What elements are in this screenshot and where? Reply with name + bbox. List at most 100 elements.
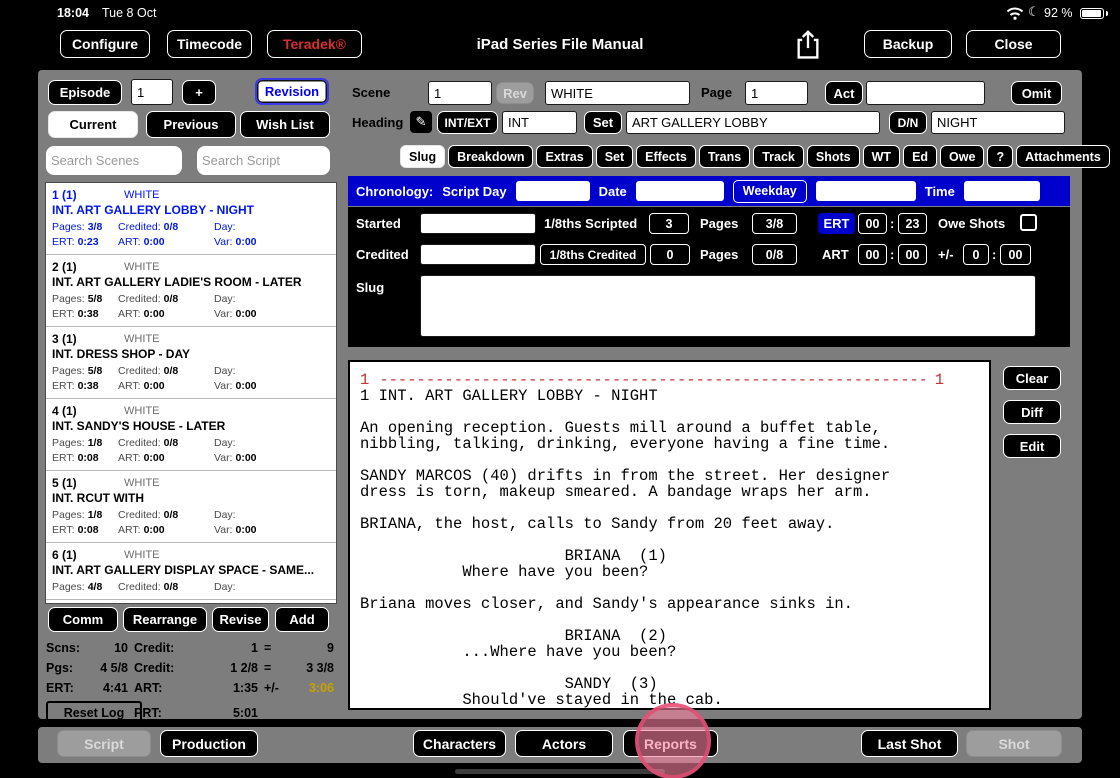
detail-tab[interactable]: WT xyxy=(862,145,901,168)
rearrange-button[interactable]: Rearrange xyxy=(123,607,207,632)
pages-credited-value: 0/8 xyxy=(752,244,797,265)
scene-heading: INT. ART GALLERY LOBBY - NIGHT xyxy=(52,203,255,217)
scene-heading: INT. SANDY'S HOUSE - LATER xyxy=(52,419,226,433)
ert-minutes[interactable]: 23 xyxy=(898,213,927,234)
detail-tab[interactable]: Owe xyxy=(940,145,985,168)
shot-button[interactable]: Shot xyxy=(966,730,1062,757)
scene-list-item[interactable]: 5 (1) WHITE INT. RCUT WITH Pages: 1/8 Cre… xyxy=(46,471,336,543)
timecode-button[interactable]: Timecode xyxy=(167,30,252,58)
time-input[interactable] xyxy=(963,181,1040,201)
scene-times-row: ERT: 0:08 ART: 0:00 Var: 0:00 xyxy=(52,523,257,536)
detail-tab[interactable]: Effects xyxy=(636,145,696,168)
configure-button[interactable]: Configure xyxy=(60,30,150,58)
scene-rev-color: WHITE xyxy=(124,405,160,417)
rev-button[interactable]: Rev xyxy=(496,82,534,104)
script-nav-button[interactable]: Script xyxy=(57,730,151,757)
episode-input[interactable] xyxy=(131,79,173,105)
detail-tab[interactable]: Track xyxy=(753,145,804,168)
dnd-moon-icon: ☾ xyxy=(1028,4,1040,19)
variance-hours: 0 xyxy=(963,244,989,265)
date-input[interactable] xyxy=(635,181,724,201)
diff-button[interactable]: Diff xyxy=(1003,400,1061,424)
scene-list[interactable]: 1 (1) WHITE INT. ART GALLERY LOBBY - NIG… xyxy=(45,182,337,604)
credited-eighths-button[interactable]: 1/8ths Credited xyxy=(540,244,646,265)
comm-button[interactable]: Comm xyxy=(48,607,118,632)
add-scene-button[interactable]: Add xyxy=(275,607,329,632)
scene-color-input[interactable] xyxy=(545,81,690,105)
int-ext-input[interactable] xyxy=(502,111,577,134)
reset-log-button[interactable]: Reset Log xyxy=(46,701,142,724)
scene-number-input[interactable] xyxy=(428,81,492,105)
tab-previous[interactable]: Previous xyxy=(146,111,236,138)
scene-list-item[interactable]: 4 (1) WHITE INT. SANDY'S HOUSE - LATER P… xyxy=(46,399,336,471)
add-episode-button[interactable]: + xyxy=(182,80,216,105)
variance-minutes: 00 xyxy=(1000,244,1031,265)
scene-heading: INT. DRESS SHOP - DAY xyxy=(52,347,191,361)
scene-list-item[interactable]: 2 (1) WHITE INT. ART GALLERY LADIE'S ROO… xyxy=(46,255,336,327)
owe-shots-checkbox[interactable] xyxy=(1020,214,1037,231)
int-ext-button[interactable]: INT/EXT xyxy=(437,111,498,134)
detail-tab[interactable]: Slug xyxy=(400,145,446,168)
ert-colon: : xyxy=(890,216,895,231)
scene-list-item[interactable]: 1 (1) WHITE INT. ART GALLERY LOBBY - NIG… xyxy=(46,183,336,255)
production-button[interactable]: Production xyxy=(160,730,258,757)
detail-tab[interactable]: Set xyxy=(595,145,634,168)
set-input[interactable] xyxy=(626,111,880,134)
pages-credited-label: Pages xyxy=(700,247,739,262)
art-hours[interactable]: 00 xyxy=(858,244,887,265)
detail-tab[interactable]: Shots xyxy=(806,145,860,168)
detail-tab[interactable]: Breakdown xyxy=(448,145,534,168)
scene-rev-color: WHITE xyxy=(124,477,160,489)
pages-scripted-label: Pages xyxy=(700,216,739,231)
search-scenes-input[interactable] xyxy=(46,146,182,175)
revision-button[interactable]: Revision xyxy=(255,78,329,105)
share-icon[interactable] xyxy=(794,28,822,65)
reports-button[interactable]: Reports xyxy=(623,730,718,757)
close-button[interactable]: Close xyxy=(966,30,1061,58)
omit-button[interactable]: Omit xyxy=(1011,81,1062,105)
started-input[interactable] xyxy=(420,213,536,234)
script-day-input[interactable] xyxy=(515,181,590,201)
wifi-icon xyxy=(1006,7,1024,25)
day-night-input[interactable] xyxy=(931,111,1065,134)
edit-button[interactable]: Edit xyxy=(1003,434,1061,458)
ert-hours[interactable]: 00 xyxy=(858,213,887,234)
act-input[interactable] xyxy=(866,81,985,105)
weekday-input[interactable] xyxy=(815,181,916,201)
scene-list-item[interactable]: 3 (1) WHITE INT. DRESS SHOP - DAY Pages:… xyxy=(46,327,336,399)
scene-heading: INT. ART GALLERY DISPLAY SPACE - SAME... xyxy=(52,563,315,577)
script-view[interactable]: 1 --------------------------------------… xyxy=(348,360,991,710)
scene-heading: INT. RCUT WITH xyxy=(52,491,144,505)
last-shot-button[interactable]: Last Shot xyxy=(861,730,958,757)
art-minutes[interactable]: 00 xyxy=(898,244,927,265)
characters-button[interactable]: Characters xyxy=(413,730,506,757)
weekday-button[interactable]: Weekday xyxy=(732,179,807,203)
clear-button[interactable]: Clear xyxy=(1003,366,1061,390)
detail-tab[interactable]: Extras xyxy=(536,145,593,168)
actors-button[interactable]: Actors xyxy=(515,730,613,757)
page-label: Page xyxy=(701,85,733,100)
tab-wishlist[interactable]: Wish List xyxy=(240,111,330,138)
episode-button[interactable]: Episode xyxy=(48,80,122,105)
detail-tab[interactable]: ? xyxy=(987,145,1014,168)
scene-list-item[interactable]: 6 (1) WHITE INT. ART GALLERY DISPLAY SPA… xyxy=(46,543,336,600)
slug-textarea[interactable] xyxy=(420,275,1036,337)
detail-tab[interactable]: Trans xyxy=(698,145,751,168)
tab-current[interactable]: Current xyxy=(48,111,138,138)
revise-button[interactable]: Revise xyxy=(212,607,269,632)
set-button[interactable]: Set xyxy=(584,111,622,134)
backup-button[interactable]: Backup xyxy=(864,30,952,58)
search-script-input[interactable] xyxy=(197,146,330,175)
scene-number: 3 (1) xyxy=(52,332,77,346)
status-time: 18:04 xyxy=(57,6,89,20)
teradek-button[interactable]: Teradek® xyxy=(267,30,362,58)
detail-tab[interactable]: Attachments xyxy=(1016,145,1110,168)
edit-heading-icon[interactable]: ✎ xyxy=(410,111,432,133)
act-button[interactable]: Act xyxy=(825,81,863,105)
credited-input[interactable] xyxy=(420,244,536,265)
detail-tab[interactable]: Ed xyxy=(903,145,938,168)
scene-number: 6 (1) xyxy=(52,548,77,562)
page-input[interactable] xyxy=(745,81,808,105)
day-night-button[interactable]: D/N xyxy=(889,111,927,134)
ert-chip: ERT xyxy=(818,213,855,234)
